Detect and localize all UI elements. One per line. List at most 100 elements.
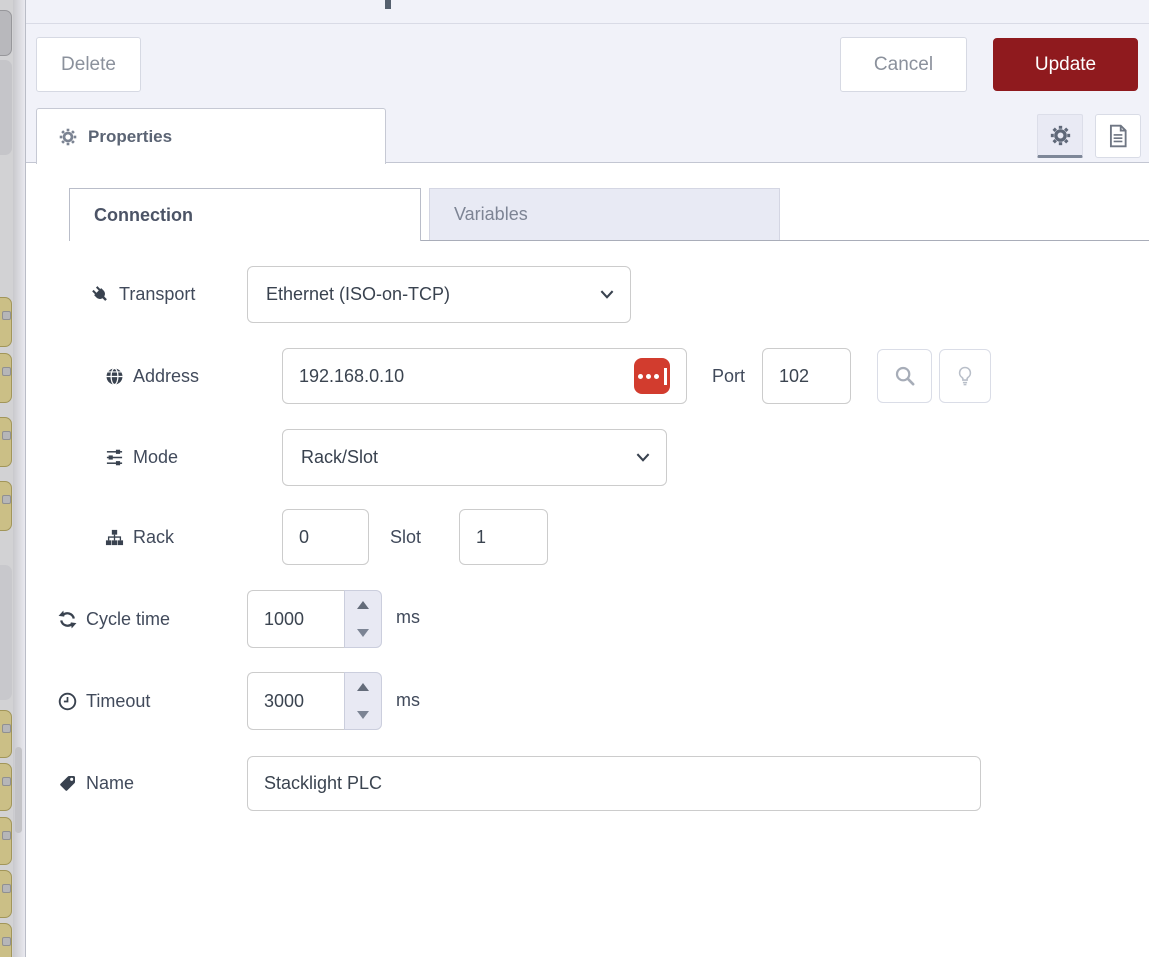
transport-label-text: Transport xyxy=(119,284,195,305)
chevron-down-icon xyxy=(600,290,614,299)
refresh-icon xyxy=(58,610,77,629)
dot xyxy=(638,374,643,379)
hint-button[interactable] xyxy=(939,349,991,403)
name-label-text: Name xyxy=(86,773,134,794)
slot-label: Slot xyxy=(390,524,421,550)
workspace-node xyxy=(0,817,12,865)
mode-label: Mode xyxy=(105,444,178,470)
port-input-wrap xyxy=(762,348,851,404)
mode-label-text: Mode xyxy=(133,447,178,468)
cycle-time-label: Cycle time xyxy=(58,606,170,632)
tab-connection[interactable]: Connection xyxy=(69,188,421,241)
rack-input[interactable] xyxy=(282,509,369,565)
arrow-down-icon xyxy=(357,629,369,637)
tab-variables-label: Variables xyxy=(454,204,528,225)
gear-icon xyxy=(59,128,77,146)
workspace-node xyxy=(0,10,12,56)
arrow-up-icon xyxy=(357,601,369,609)
tab-connection-label: Connection xyxy=(94,205,193,226)
address-input-wrap xyxy=(282,348,687,404)
workspace-node xyxy=(0,417,12,467)
doc-icon xyxy=(1107,124,1129,148)
properties-view-button[interactable] xyxy=(1037,114,1083,158)
node-port xyxy=(2,495,11,504)
timeout-stepper xyxy=(344,672,382,730)
lookup-button[interactable] xyxy=(877,349,932,403)
timeout-label: Timeout xyxy=(58,688,150,714)
node-port xyxy=(2,884,11,893)
globe-icon xyxy=(105,367,124,386)
flow-workspace-strip xyxy=(0,0,13,957)
address-input[interactable] xyxy=(282,348,687,404)
window-title-fragment xyxy=(385,0,391,9)
rack-label: Rack xyxy=(105,524,174,550)
dot xyxy=(654,374,659,379)
address-label-text: Address xyxy=(133,366,199,387)
node-port xyxy=(2,937,11,946)
timeout-unit: ms xyxy=(396,690,420,711)
address-label: Address xyxy=(105,363,199,389)
timeout-spinner xyxy=(247,672,382,730)
update-button[interactable]: Update xyxy=(993,38,1138,91)
port-input[interactable] xyxy=(762,348,851,404)
description-view-button[interactable] xyxy=(1095,114,1141,158)
cancel-button[interactable]: Cancel xyxy=(840,37,967,92)
sitemap-icon xyxy=(105,528,124,547)
timeout-input[interactable] xyxy=(247,672,344,730)
tag-icon xyxy=(58,774,77,793)
node-red-edit-screen: { "header": { "delete_label": "Delete", … xyxy=(0,0,1149,957)
workspace-node xyxy=(0,870,12,918)
tab-properties-label: Properties xyxy=(88,127,172,147)
workspace-node xyxy=(0,481,12,531)
mode-select[interactable]: Rack/Slot xyxy=(282,429,667,486)
mode-select-value: Rack/Slot xyxy=(301,447,378,468)
cycle-time-step-down[interactable] xyxy=(345,619,381,647)
node-port xyxy=(2,367,11,376)
sliders-icon xyxy=(105,448,124,467)
node-port xyxy=(2,831,11,840)
port-label: Port xyxy=(712,363,745,389)
plug-icon xyxy=(91,285,110,304)
slot-input-wrap xyxy=(459,509,548,565)
clock-icon xyxy=(58,692,77,711)
gear-icon xyxy=(1050,125,1071,146)
workspace-node xyxy=(0,923,12,957)
workspace-node xyxy=(0,565,12,700)
timeout-step-down[interactable] xyxy=(345,701,381,729)
cycle-time-stepper xyxy=(344,590,382,648)
edit-node-dialog: Delete Cancel Update Properties xyxy=(25,0,1149,957)
name-label: Name xyxy=(58,770,134,796)
arrow-up-icon xyxy=(357,683,369,691)
arrow-down-icon xyxy=(357,711,369,719)
workspace-node xyxy=(0,710,12,758)
tab-variables[interactable]: Variables xyxy=(429,188,780,240)
cycle-time-unit: ms xyxy=(396,607,420,628)
dot xyxy=(646,374,651,379)
cursor-bar xyxy=(664,368,667,385)
transport-select-value: Ethernet (ISO-on-TCP) xyxy=(266,284,450,305)
transport-select[interactable]: Ethernet (ISO-on-TCP) xyxy=(247,266,631,323)
name-input[interactable] xyxy=(247,756,981,811)
workspace-node xyxy=(0,60,12,155)
dialog-header-strip xyxy=(26,0,1149,24)
timeout-step-up[interactable] xyxy=(345,673,381,701)
timeout-label-text: Timeout xyxy=(86,691,150,712)
lightbulb-icon xyxy=(955,365,975,387)
chevron-down-icon xyxy=(636,453,650,462)
cycle-time-step-up[interactable] xyxy=(345,591,381,619)
rack-label-text: Rack xyxy=(133,527,174,548)
scrollbar-thumb[interactable] xyxy=(15,747,22,833)
node-port xyxy=(2,311,11,320)
cycle-time-input[interactable] xyxy=(247,590,344,648)
dialog-button-row: Delete Cancel Update xyxy=(26,24,1149,103)
rack-input-wrap xyxy=(282,509,369,565)
slot-input[interactable] xyxy=(459,509,548,565)
delete-button[interactable]: Delete xyxy=(36,37,141,92)
password-manager-autofill-icon[interactable] xyxy=(634,358,670,394)
slot-label-text: Slot xyxy=(390,527,421,548)
workspace-node xyxy=(0,763,12,811)
editor-tabbar: Properties xyxy=(26,103,1149,163)
tab-properties[interactable]: Properties xyxy=(36,108,386,164)
transport-label: Transport xyxy=(91,281,195,307)
node-port xyxy=(2,777,11,786)
